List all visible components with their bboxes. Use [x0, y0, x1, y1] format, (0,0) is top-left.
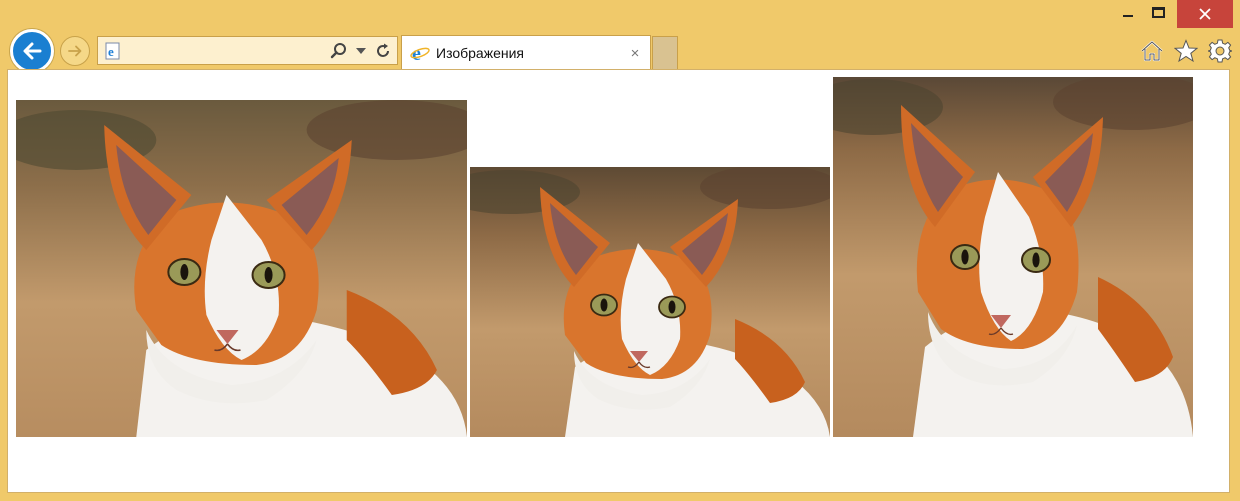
maximize-button[interactable] — [1143, 0, 1173, 24]
cat-image-2 — [470, 167, 830, 437]
favorites-star-icon[interactable] — [1173, 38, 1199, 64]
search-icon[interactable] — [328, 40, 350, 62]
home-icon[interactable] — [1139, 38, 1165, 64]
ie-logo-icon: e — [410, 43, 430, 63]
forward-arrow-icon — [68, 45, 82, 57]
address-bar[interactable]: e — [97, 36, 398, 65]
back-button[interactable] — [10, 29, 54, 73]
refresh-icon[interactable] — [372, 40, 394, 62]
toolbar-icons — [1139, 38, 1233, 64]
cat-image-1 — [16, 100, 467, 437]
ie-page-icon: e — [105, 42, 120, 59]
dropdown-icon[interactable] — [350, 40, 372, 62]
new-tab-button[interactable] — [652, 36, 678, 69]
close-window-button[interactable] — [1177, 0, 1233, 28]
address-input[interactable] — [123, 37, 328, 64]
tab-close-button[interactable]: × — [624, 45, 646, 62]
svg-text:e: e — [108, 44, 114, 59]
page-content — [7, 69, 1230, 493]
back-arrow-icon — [23, 42, 42, 60]
settings-gear-icon[interactable] — [1207, 38, 1233, 64]
tab-images[interactable]: e Изображения × — [401, 35, 651, 70]
minimize-button[interactable] — [1113, 0, 1143, 24]
cat-image-3 — [833, 77, 1193, 437]
window-controls — [1113, 0, 1233, 28]
close-icon — [1199, 8, 1211, 20]
forward-button[interactable] — [60, 36, 90, 66]
browser-window: e e Изображения × — [0, 0, 1240, 501]
tab-title: Изображения — [436, 45, 524, 61]
